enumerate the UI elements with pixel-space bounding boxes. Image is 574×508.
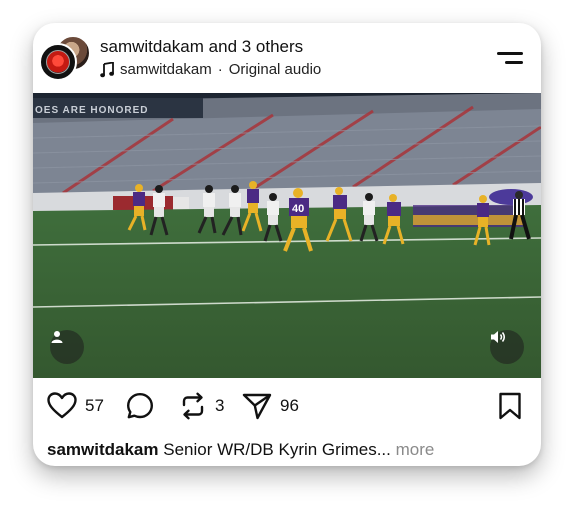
- repost-icon: [182, 392, 204, 420]
- music-note-icon: [100, 61, 114, 77]
- avatar-stack[interactable]: [39, 35, 91, 81]
- save-button[interactable]: [498, 392, 522, 420]
- volume-icon: [491, 331, 505, 343]
- menu-icon[interactable]: [495, 49, 525, 67]
- repost-count: 3: [215, 396, 225, 415]
- audio-owner: samwitdakam: [120, 61, 212, 78]
- avatar[interactable]: [39, 43, 77, 81]
- action-bar: 57 3 96: [33, 378, 541, 430]
- video-frame: OES ARE HONORED 40: [33, 93, 541, 378]
- comment-icon: [126, 393, 153, 419]
- share-button[interactable]: 96: [242, 392, 299, 420]
- person-icon: [51, 331, 63, 343]
- post-card: samwitdakam and 3 others samwitdakam · O…: [33, 23, 541, 466]
- profile-tag-button[interactable]: [50, 330, 84, 364]
- author-username[interactable]: samwitdakam: [100, 37, 204, 56]
- comment-button[interactable]: [126, 392, 154, 420]
- caption-username[interactable]: samwitdakam: [47, 440, 159, 459]
- bookmark-icon: [499, 392, 521, 420]
- audio-label: Original audio: [228, 61, 322, 78]
- more-link[interactable]: more: [396, 440, 435, 459]
- jersey-number: 40: [292, 203, 304, 215]
- mute-button[interactable]: [490, 330, 524, 364]
- caption-text: Senior WR/DB Kyrin Grimes...: [163, 440, 391, 459]
- post-header: samwitdakam and 3 others samwitdakam · O…: [33, 23, 541, 93]
- repost-button[interactable]: 3: [179, 392, 224, 420]
- video-player[interactable]: OES ARE HONORED 40: [33, 93, 541, 378]
- heart-icon: [47, 392, 77, 419]
- share-icon: [242, 393, 272, 420]
- audio-separator: ·: [217, 61, 223, 78]
- like-button[interactable]: 57: [47, 392, 104, 419]
- like-count: 57: [85, 395, 104, 415]
- post-caption: samwitdakam Senior WR/DB Kyrin Grimes...…: [47, 440, 434, 460]
- post-authors[interactable]: samwitdakam and 3 others: [100, 37, 303, 57]
- stadium-banner-text: OES ARE HONORED: [35, 105, 149, 116]
- audio-info[interactable]: samwitdakam · Original audio: [100, 61, 321, 78]
- share-count: 96: [280, 396, 299, 415]
- collaborators-text[interactable]: and 3 others: [209, 37, 304, 56]
